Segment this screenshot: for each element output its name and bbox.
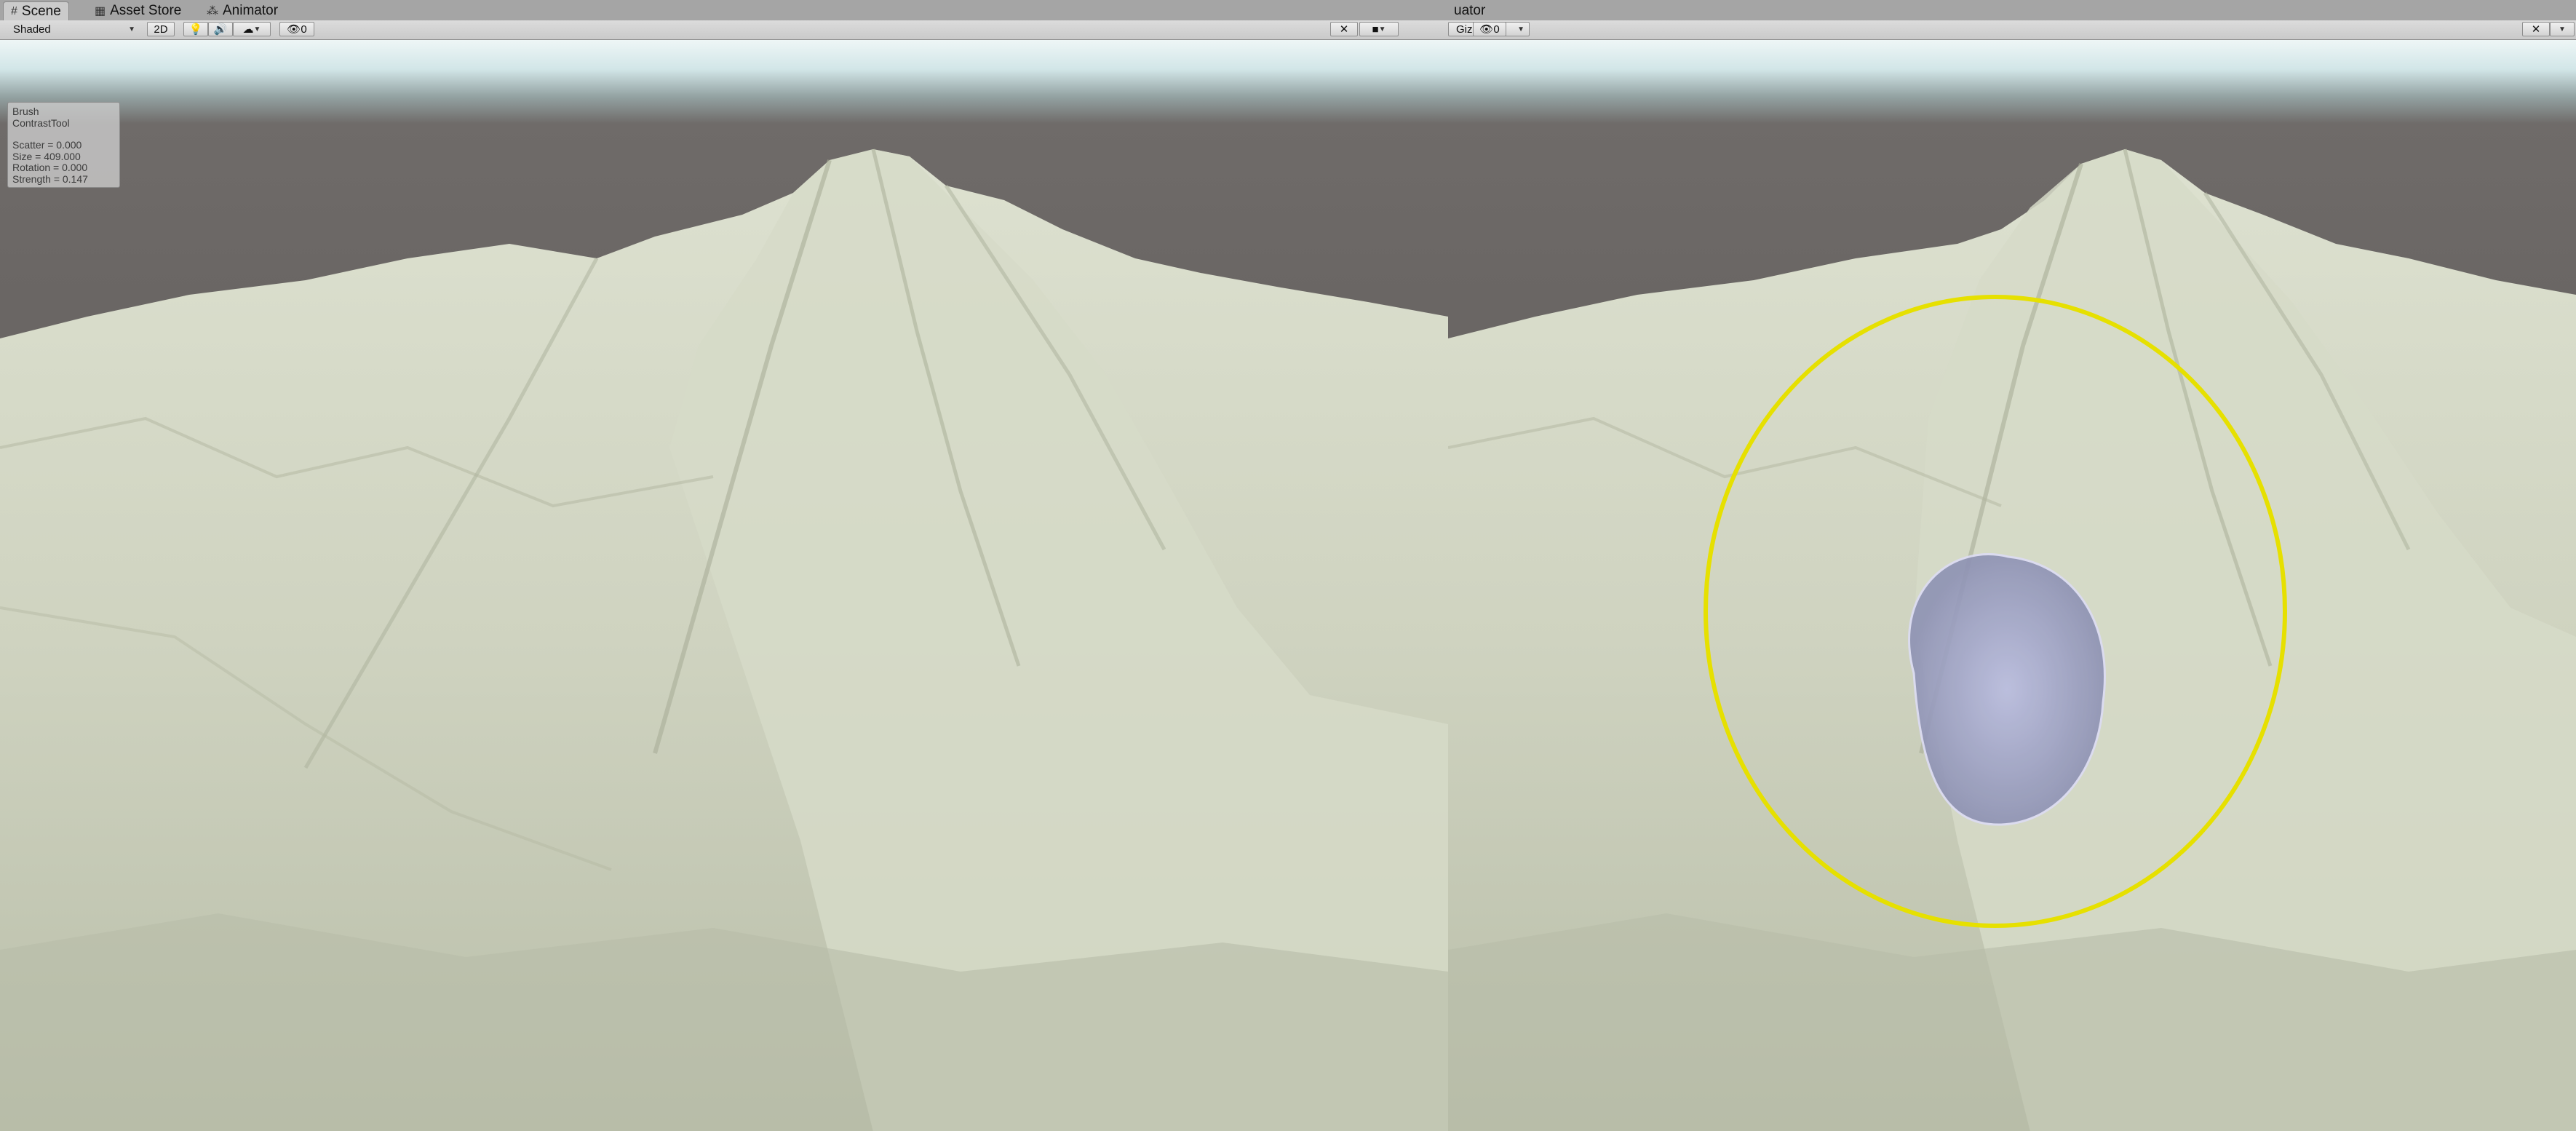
scene-view-left: # Scene ▦ Asset Store ⁂ Animator Shaded …	[0, 0, 1448, 1131]
2d-toggle-button[interactable]: 2D	[147, 22, 175, 36]
brush-scatter: Scatter = 0.000	[12, 139, 82, 151]
animator-icon: ⁂	[207, 5, 218, 17]
tools-icon: ✕	[2531, 23, 2541, 36]
tab-bar: uator	[1448, 0, 2576, 21]
terrain-render	[0, 148, 1448, 1131]
effects-icon: ☁	[242, 23, 254, 36]
hidden-count: 0	[301, 23, 307, 36]
asset-store-icon: ▦	[95, 5, 106, 17]
chevron-down-icon: ▼	[1517, 25, 1524, 33]
eye-icon: 👁	[1479, 23, 1494, 36]
tab-label: Animator	[223, 3, 279, 18]
scene-toolbar: Shaded ▼ 2D 💡 🔊 ☁ ▼ 👁 0 ✕ ■ ▼	[0, 20, 1448, 40]
scene-toolbar: Gizmos ▼ ▼ 👁 0 ✕ ▼	[1448, 20, 2576, 40]
draw-mode-dropdown[interactable]: Shaded ▼	[6, 22, 140, 36]
tab-asset-store[interactable]: ▦ Asset Store	[87, 1, 188, 20]
hidden-count: 0	[1493, 23, 1500, 36]
eye-icon: 👁	[287, 23, 301, 36]
brush-title: Brush	[12, 106, 39, 117]
brush-rotation: Rotation = 0.000	[12, 162, 88, 173]
tools-button[interactable]: ✕	[2522, 22, 2550, 36]
chevron-down-icon: ▼	[2559, 25, 2566, 33]
chevron-down-icon: ▼	[253, 25, 261, 33]
chevron-down-icon: ▼	[1378, 25, 1386, 33]
audio-toggle-button[interactable]: 🔊	[208, 22, 233, 36]
tab-animator-fragment[interactable]: uator	[1448, 1, 1492, 20]
tools-button[interactable]: ✕	[1330, 22, 1358, 36]
terrain-render	[1448, 148, 2576, 1131]
lighting-toggle-button[interactable]: 💡	[183, 22, 208, 36]
scene-view-right: uator Gizmos ▼ ▼ 👁 0 ✕ ▼	[1448, 0, 2576, 1131]
chevron-down-icon: ▼	[128, 25, 135, 33]
tab-label: Scene	[21, 4, 61, 19]
brush-preview-blob	[1908, 553, 2106, 826]
tab-bar: # Scene ▦ Asset Store ⁂ Animator	[0, 0, 1448, 21]
tab-animator[interactable]: ⁂ Animator	[199, 1, 285, 20]
hidden-objects-button[interactable]: 👁 0	[279, 22, 314, 36]
draw-mode-value: Shaded	[13, 23, 51, 36]
tab-label: Asset Store	[110, 3, 182, 18]
terrain-viewport-left[interactable]: Brush ContrastTool Scatter = 0.000 Size …	[0, 40, 1448, 1131]
terrain-viewport-right[interactable]	[1448, 40, 2576, 1131]
camera-dropdown-button[interactable]: ■ ▼	[1359, 22, 1399, 36]
brush-size: Size = 409.000	[12, 150, 81, 162]
effects-dropdown-button[interactable]: ☁ ▼	[233, 22, 271, 36]
tools-icon: ✕	[1339, 23, 1349, 36]
tab-label: uator	[1454, 3, 1486, 18]
brush-strength: Strength = 0.147	[12, 172, 88, 185]
camera-icon: ■	[1372, 23, 1379, 36]
scene-grid-icon: #	[11, 5, 17, 17]
brush-tool-name: ContrastTool	[12, 116, 70, 129]
speaker-icon: 🔊	[213, 23, 228, 36]
lightbulb-icon: 💡	[188, 23, 203, 36]
tab-scene[interactable]: # Scene	[3, 1, 69, 21]
hidden-objects-button[interactable]: 👁 0	[1473, 22, 1506, 36]
more-dropdown-button[interactable]: ▼	[2550, 22, 2575, 36]
brush-info-panel: Brush ContrastTool Scatter = 0.000 Size …	[7, 102, 120, 188]
2d-label: 2D	[154, 23, 168, 36]
